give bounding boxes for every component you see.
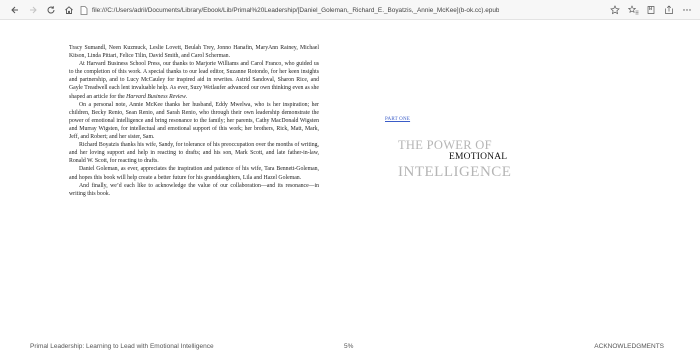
refresh-icon[interactable] [42,0,60,20]
paragraph: At Harvard Business School Press, our th… [69,61,319,100]
left-page-text: Tracy Sumandl, Neen Kuzmuck, Leslie Love… [69,44,319,198]
page-icon [78,4,90,16]
book-title: Primal Leadership: Learning to Lead with… [30,343,214,350]
part-one-link[interactable]: PART ONE [385,117,410,122]
part-title: THE POWER OF EMOTIONAL INTELLIGENCE [398,138,538,181]
home-icon[interactable] [60,0,78,20]
browser-toolbar: file:///C:/Users/adril/Documents/Library… [0,0,700,20]
title-line-2: EMOTIONAL [449,152,508,162]
title-line-1: THE POWER OF [398,138,492,152]
more-icon[interactable] [678,0,696,20]
paragraph: Daniel Goleman, as ever, appreciates the… [69,166,319,181]
paragraph: On a personal note, Annie McKee thanks h… [69,101,319,141]
forward-icon[interactable] [24,0,42,20]
periodical-title: Harvard Business Review [126,93,186,100]
back-icon[interactable] [6,0,24,20]
reading-progress: 5% [344,343,354,350]
address-bar[interactable]: file:///C:/Users/adril/Documents/Library… [78,3,612,17]
paragraph: Richard Boyatzis thanks his wife, Sandy,… [69,142,319,165]
paragraph: And finally, we’d each like to acknowled… [69,182,319,197]
star-icon[interactable] [606,0,624,20]
url-text[interactable]: file:///C:/Users/adril/Documents/Library… [92,7,499,14]
reader-footer: Primal Leadership: Learning to Lead with… [0,343,700,355]
reading-list-icon[interactable] [642,0,660,20]
paragraph: Tracy Sumandl, Neen Kuzmuck, Leslie Love… [69,45,319,60]
favorites-icon[interactable] [624,0,642,20]
chapter-name: ACKNOWLEDGMENTS [594,343,664,350]
title-line-3: INTELLIGENCE [398,164,512,180]
share-icon[interactable] [660,0,678,20]
